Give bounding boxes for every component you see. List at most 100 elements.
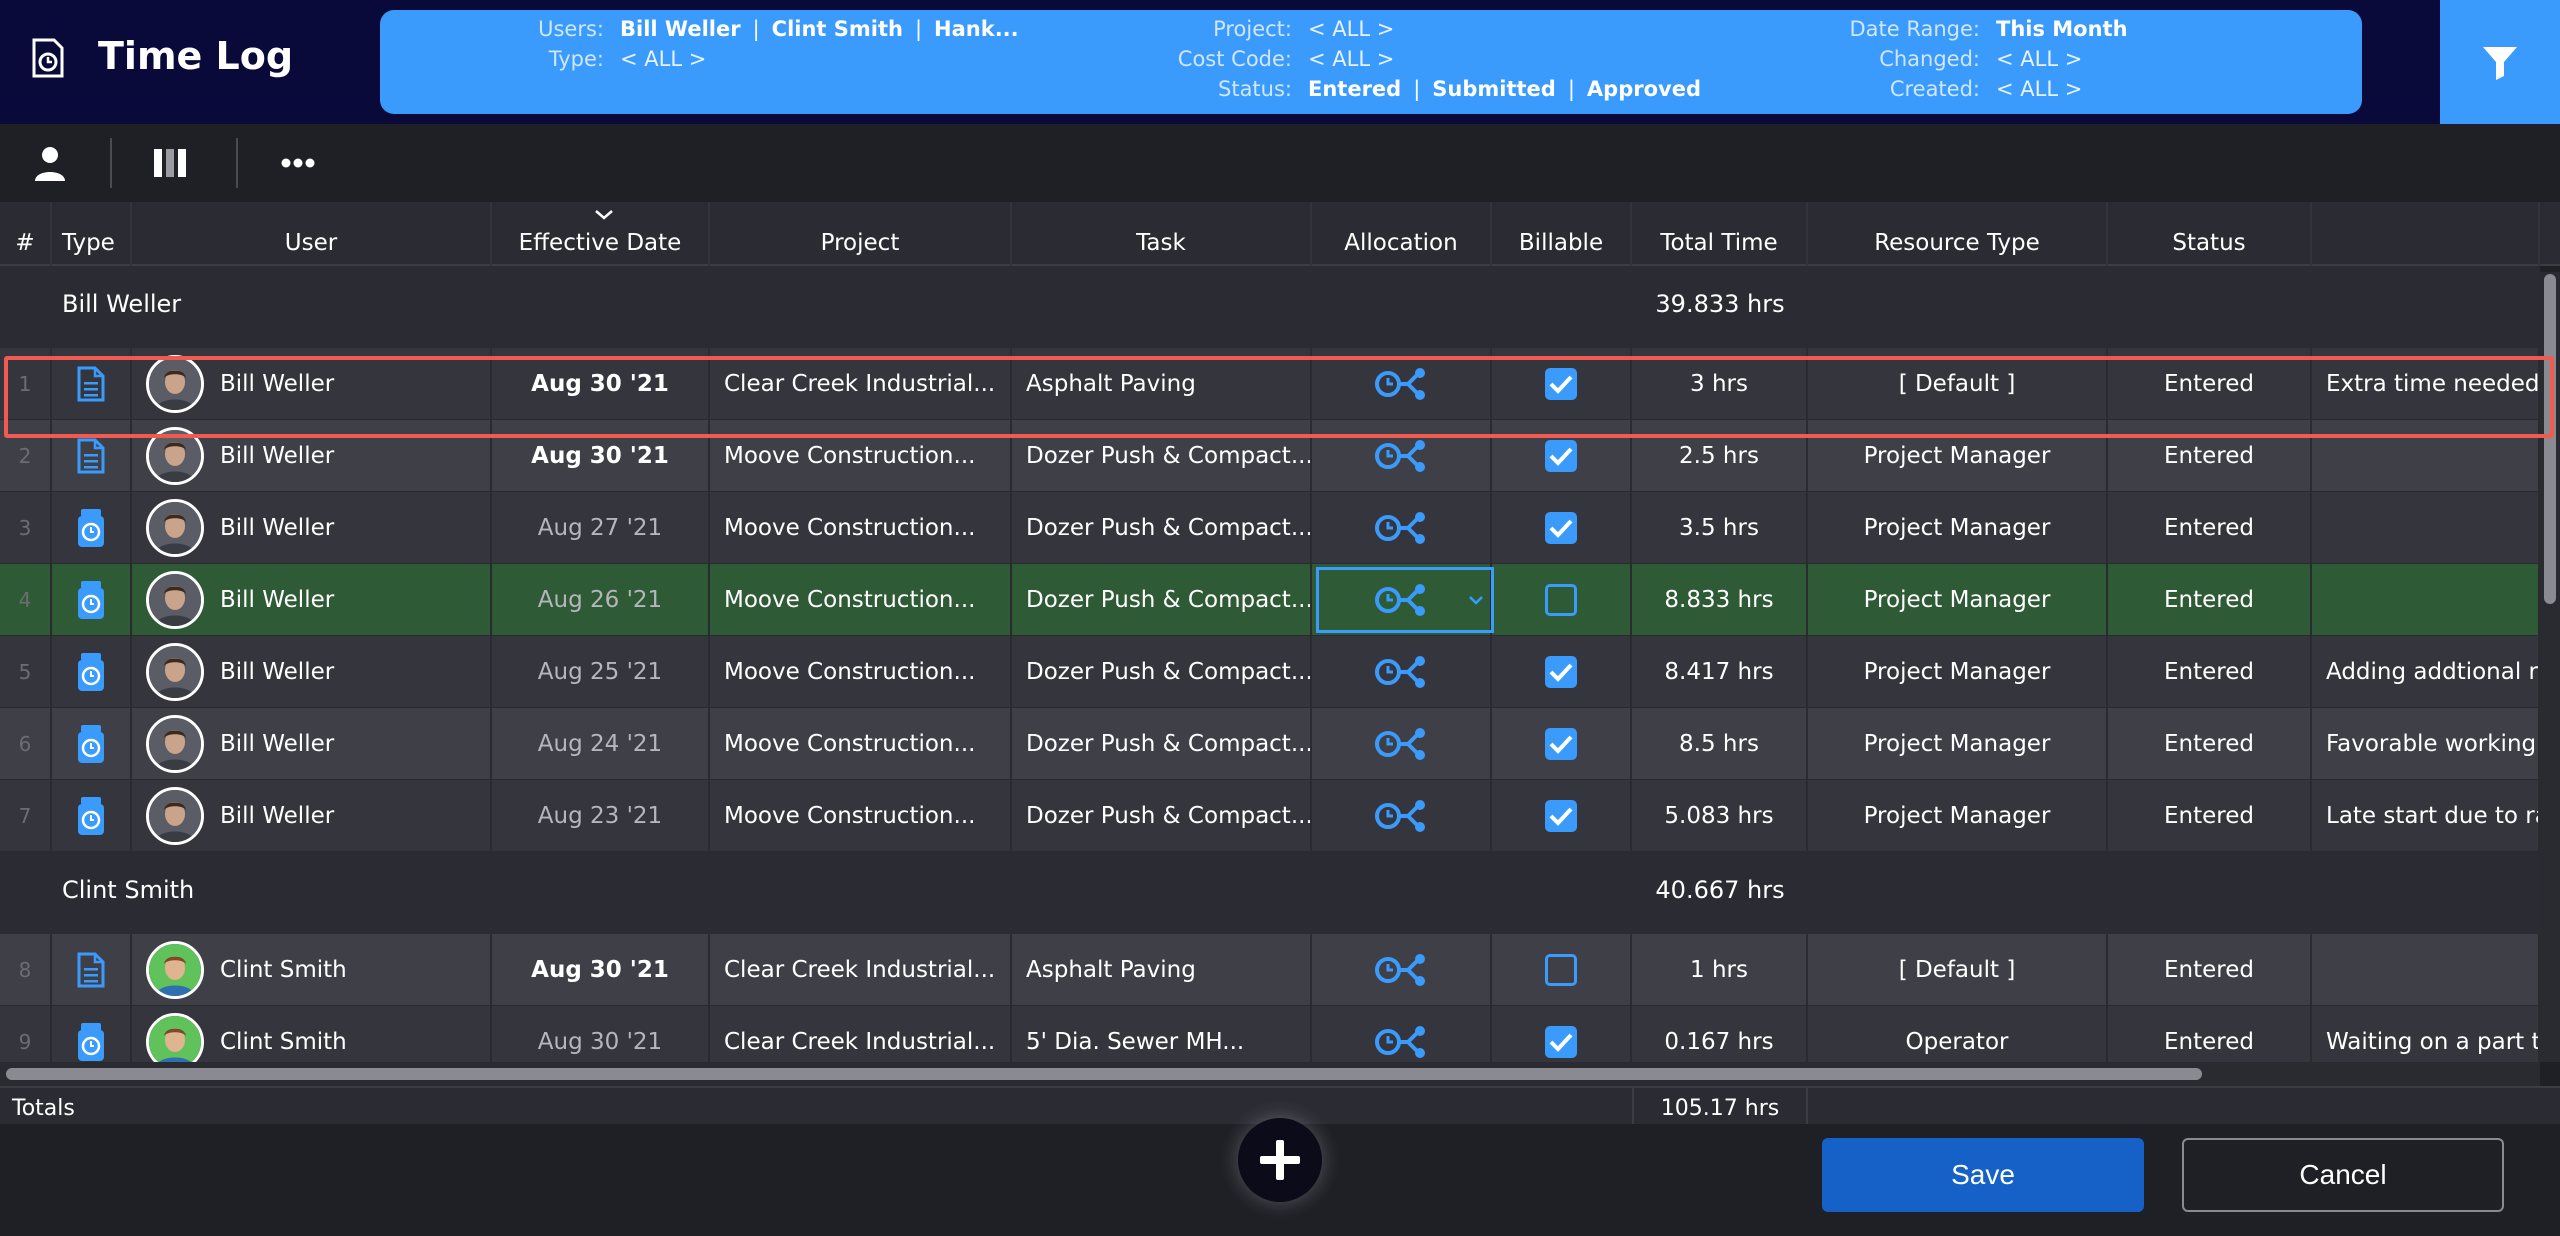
- project-cell[interactable]: Moove Construction...: [710, 708, 1012, 780]
- filter-created[interactable]: Created: < ALL >: [1890, 74, 2083, 104]
- billable-cell[interactable]: [1492, 492, 1632, 564]
- billable-checkbox[interactable]: [1545, 728, 1577, 760]
- group-row[interactable]: Clint Smith 40.667 hrs: [0, 852, 2540, 934]
- filter-summary-panel[interactable]: Users: Bill Weller | Clint Smith | Hank... T…: [380, 10, 2362, 114]
- allocation-cell[interactable]: [1312, 492, 1492, 564]
- resource-type[interactable]: Project Manager: [1808, 708, 2108, 780]
- task-cell[interactable]: Asphalt Paving: [1012, 348, 1312, 420]
- notes-cell[interactable]: [2312, 934, 2540, 1006]
- user-cell[interactable]: Bill Weller: [132, 708, 492, 780]
- project-cell[interactable]: Clear Creek Industrial...: [710, 934, 1012, 1006]
- billable-cell[interactable]: [1492, 420, 1632, 492]
- effective-date[interactable]: Aug 30 '21: [492, 420, 710, 492]
- effective-date[interactable]: Aug 23 '21: [492, 780, 710, 852]
- task-cell[interactable]: Dozer Push & Compact...: [1012, 636, 1312, 708]
- table-row[interactable]: 6 Bill Weller Aug 24 '21 Moove Construction…: [0, 708, 2540, 780]
- resource-type[interactable]: Project Manager: [1808, 564, 2108, 636]
- notes-cell[interactable]: [2312, 492, 2540, 564]
- allocation-cell[interactable]: [1312, 780, 1492, 852]
- notes-cell[interactable]: Late start due to ra: [2312, 780, 2540, 852]
- column-header-number[interactable]: #: [0, 202, 52, 266]
- table-row[interactable]: 1 Bill Weller Aug 30 '21 Clear Creek Indust…: [0, 348, 2540, 420]
- table-row[interactable]: 4 Bill Weller Aug 26 '21 Moove Construction…: [0, 564, 2540, 636]
- table-row[interactable]: 2 Bill Weller Aug 30 '21 Moove Construction…: [0, 420, 2540, 492]
- column-header-resource-type[interactable]: Resource Type: [1808, 202, 2108, 266]
- table-row[interactable]: 3 Bill Weller Aug 27 '21 Moove Construction…: [0, 492, 2540, 564]
- effective-date[interactable]: Aug 27 '21: [492, 492, 710, 564]
- resource-type[interactable]: Project Manager: [1808, 636, 2108, 708]
- billable-cell[interactable]: [1492, 348, 1632, 420]
- column-header-status[interactable]: Status: [2108, 202, 2312, 266]
- table-row[interactable]: 8 Clint Smith Aug 30 '21 Clear Creek Indust…: [0, 934, 2540, 1006]
- user-cell[interactable]: Bill Weller: [132, 420, 492, 492]
- user-cell[interactable]: Bill Weller: [132, 564, 492, 636]
- filter-type[interactable]: Type: < ALL >: [549, 44, 707, 74]
- horizontal-scroll-thumb[interactable]: [6, 1068, 2202, 1080]
- allocation-cell[interactable]: [1312, 934, 1492, 1006]
- filter-cost-code[interactable]: Cost Code: < ALL >: [1178, 44, 1395, 74]
- more-button[interactable]: [276, 141, 320, 185]
- notes-cell[interactable]: [2312, 564, 2540, 636]
- filter-users[interactable]: Users: Bill Weller | Clint Smith | Hank...: [538, 14, 1019, 44]
- billable-cell[interactable]: [1492, 934, 1632, 1006]
- billable-checkbox[interactable]: [1545, 512, 1577, 544]
- task-cell[interactable]: Dozer Push & Compact...: [1012, 564, 1312, 636]
- column-header-allocation[interactable]: Allocation: [1312, 202, 1492, 266]
- allocation-cell[interactable]: [1312, 708, 1492, 780]
- billable-cell[interactable]: [1492, 780, 1632, 852]
- project-cell[interactable]: Moove Construction...: [710, 492, 1012, 564]
- notes-cell[interactable]: Adding addtional re: [2312, 636, 2540, 708]
- billable-checkbox[interactable]: [1545, 440, 1577, 472]
- task-cell[interactable]: Dozer Push & Compact...: [1012, 708, 1312, 780]
- effective-date[interactable]: Aug 30 '21: [492, 348, 710, 420]
- user-cell[interactable]: Bill Weller: [132, 492, 492, 564]
- project-cell[interactable]: Moove Construction...: [710, 420, 1012, 492]
- project-cell[interactable]: Moove Construction...: [710, 564, 1012, 636]
- effective-date[interactable]: Aug 26 '21: [492, 564, 710, 636]
- cancel-button[interactable]: Cancel: [2182, 1138, 2504, 1212]
- task-cell[interactable]: Asphalt Paving: [1012, 934, 1312, 1006]
- filter-button[interactable]: [2440, 0, 2560, 124]
- billable-checkbox[interactable]: [1545, 800, 1577, 832]
- project-cell[interactable]: Moove Construction...: [710, 780, 1012, 852]
- billable-cell[interactable]: [1492, 636, 1632, 708]
- vertical-scroll-thumb[interactable]: [2544, 274, 2556, 604]
- table-row[interactable]: 5 Bill Weller Aug 25 '21 Moove Construction…: [0, 636, 2540, 708]
- resource-type[interactable]: Project Manager: [1808, 492, 2108, 564]
- column-header-project[interactable]: Project: [710, 202, 1012, 266]
- filter-changed[interactable]: Changed: < ALL >: [1879, 44, 2082, 74]
- filter-date-range[interactable]: Date Range: This Month: [1849, 14, 2127, 44]
- save-button[interactable]: Save: [1822, 1138, 2144, 1212]
- effective-date[interactable]: Aug 25 '21: [492, 636, 710, 708]
- user-cell[interactable]: Clint Smith: [132, 934, 492, 1006]
- filter-project[interactable]: Project: < ALL >: [1213, 14, 1394, 44]
- add-entry-button[interactable]: [1238, 1118, 1322, 1202]
- notes-cell[interactable]: Favorable working: [2312, 708, 2540, 780]
- billable-checkbox[interactable]: [1545, 656, 1577, 688]
- billable-checkbox[interactable]: [1545, 368, 1577, 400]
- user-cell[interactable]: Bill Weller: [132, 780, 492, 852]
- horizontal-scrollbar[interactable]: [0, 1062, 2540, 1086]
- resource-type[interactable]: Project Manager: [1808, 780, 2108, 852]
- resource-type[interactable]: [ Default ]: [1808, 348, 2108, 420]
- group-row[interactable]: Bill Weller 39.833 hrs: [0, 266, 2540, 348]
- column-header-billable[interactable]: Billable: [1492, 202, 1632, 266]
- vertical-scrollbar[interactable]: [2540, 272, 2560, 1062]
- group-by-user-button[interactable]: [28, 141, 72, 185]
- project-cell[interactable]: Clear Creek Industrial...: [710, 348, 1012, 420]
- allocation-cell[interactable]: [1312, 420, 1492, 492]
- billable-cell[interactable]: [1492, 708, 1632, 780]
- effective-date[interactable]: Aug 24 '21: [492, 708, 710, 780]
- table-row[interactable]: 7 Bill Weller Aug 23 '21 Moove Construction…: [0, 780, 2540, 852]
- resource-type[interactable]: [ Default ]: [1808, 934, 2108, 1006]
- allocation-cell[interactable]: [1312, 636, 1492, 708]
- billable-checkbox[interactable]: [1545, 1026, 1577, 1058]
- billable-checkbox[interactable]: [1545, 954, 1577, 986]
- column-header-notes[interactable]: [2312, 202, 2540, 266]
- task-cell[interactable]: Dozer Push & Compact...: [1012, 420, 1312, 492]
- resource-type[interactable]: Project Manager: [1808, 420, 2108, 492]
- effective-date[interactable]: Aug 30 '21: [492, 934, 710, 1006]
- project-cell[interactable]: Moove Construction...: [710, 636, 1012, 708]
- billable-checkbox[interactable]: [1545, 584, 1577, 616]
- columns-button[interactable]: [148, 141, 192, 185]
